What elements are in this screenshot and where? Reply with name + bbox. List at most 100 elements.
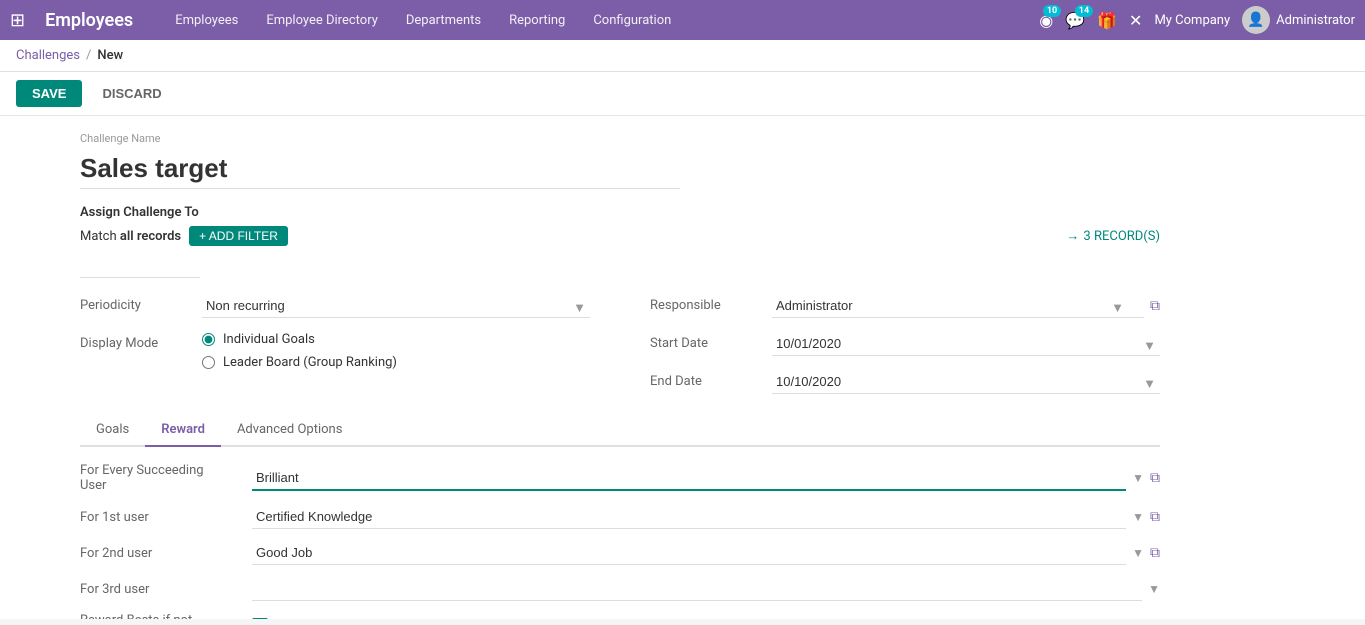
responsible-value-wrap: Administrator ▼ ⧉ (772, 294, 1160, 318)
records-count: 3 RECORD(S) (1083, 229, 1160, 244)
match-text: Match all records (80, 229, 181, 244)
periodicity-select[interactable]: Non recurring Daily Weekly Monthly (202, 294, 590, 318)
tab-advanced-options[interactable]: Advanced Options (221, 414, 358, 447)
top-nav: ⊞ Employees Employees Employee Directory… (0, 0, 1365, 40)
third-user-label: For 3rd user (80, 582, 240, 597)
end-date-label: End Date (650, 370, 760, 389)
responsible-select[interactable]: Administrator (772, 294, 1144, 318)
grid-menu-icon[interactable]: ⊞ (10, 10, 25, 31)
end-date-input[interactable] (772, 370, 1160, 394)
responsible-select-wrap: Administrator ▼ (772, 294, 1144, 318)
first-user-label: For 1st user (80, 510, 240, 525)
clock-badge: 10 (1043, 5, 1061, 17)
admin-name: Administrator (1276, 13, 1355, 28)
radio-leaderboard[interactable]: Leader Board (Group Ranking) (202, 355, 397, 370)
assign-section: Assign Challenge To Match all records + … (80, 205, 1160, 278)
tab-goals[interactable]: Goals (80, 414, 145, 447)
chat-icon-btn[interactable]: 💬 14 (1065, 11, 1085, 30)
radio-individual[interactable]: Individual Goals (202, 332, 397, 347)
periodicity-row: Periodicity Non recurring Daily Weekly M… (80, 294, 590, 318)
right-fields: Responsible Administrator ▼ ⧉ (650, 294, 1160, 394)
arrow-icon: → (1066, 228, 1079, 244)
radio-individual-label: Individual Goals (223, 332, 315, 347)
form-container: Challenge Name Assign Challenge To Match… (0, 116, 1365, 619)
challenge-name-label: Challenge Name (80, 132, 1160, 145)
first-user-chevron-icon: ▼ (1132, 510, 1144, 524)
third-user-row: For 3rd user ▼ (80, 577, 1160, 601)
third-user-chevron-icon: ▼ (1148, 582, 1160, 596)
first-user-row: For 1st user Certified Knowledge ▼ ⧉ (80, 505, 1160, 529)
nav-employees[interactable]: Employees (169, 9, 244, 32)
match-bold: all records (120, 229, 181, 244)
filter-row (80, 254, 1160, 278)
records-link[interactable]: → 3 RECORD(S) (1066, 228, 1160, 244)
filter-dropdown[interactable] (80, 254, 200, 278)
gift-icon-btn[interactable]: 🎁 (1097, 11, 1117, 30)
breadcrumb-parent[interactable]: Challenges (16, 48, 80, 63)
assign-row: Match all records + ADD FILTER → 3 RECOR… (80, 226, 1160, 246)
breadcrumb: Challenges / New (0, 40, 1365, 72)
third-user-value-wrap: ▼ (252, 577, 1160, 601)
second-user-row: For 2nd user Good Job ▼ ⧉ (80, 541, 1160, 565)
second-user-ext-link-icon[interactable]: ⧉ (1150, 545, 1160, 561)
challenge-name-input[interactable] (80, 149, 680, 189)
responsible-ext-link-icon[interactable]: ⧉ (1150, 298, 1160, 314)
every-succeeding-row: For Every SucceedingUser Brilliant ▼ ⧉ (80, 463, 1160, 493)
periodicity-label: Periodicity (80, 294, 190, 313)
second-user-label: For 2nd user (80, 546, 240, 561)
radio-leaderboard-input[interactable] (202, 356, 215, 369)
nav-employee-directory[interactable]: Employee Directory (260, 9, 384, 32)
display-mode-label: Display Mode (80, 332, 190, 351)
avatar: 👤 (1242, 6, 1270, 34)
left-fields: Periodicity Non recurring Daily Weekly M… (80, 294, 590, 394)
nav-configuration[interactable]: Configuration (587, 9, 677, 32)
second-user-chevron-icon: ▼ (1132, 546, 1144, 560)
responsible-label: Responsible (650, 294, 760, 313)
form-inner: Challenge Name Assign Challenge To Match… (0, 116, 1240, 619)
end-date-wrap: ▼ (772, 370, 1160, 394)
radio-leaderboard-label: Leader Board (Group Ranking) (223, 355, 397, 370)
discard-button[interactable]: DISCARD (90, 80, 173, 107)
every-succeeding-ext-link-icon[interactable]: ⧉ (1150, 470, 1160, 486)
reward-bests-checkbox[interactable] (252, 618, 268, 619)
every-succeeding-select[interactable]: Brilliant (252, 466, 1126, 491)
save-button[interactable]: SAVE (16, 80, 82, 107)
tab-reward[interactable]: Reward (145, 414, 221, 447)
start-date-label: Start Date (650, 332, 760, 351)
radio-individual-input[interactable] (202, 333, 215, 346)
nav-reporting[interactable]: Reporting (503, 9, 571, 32)
reward-section: For Every SucceedingUser Brilliant ▼ ⧉ F… (80, 463, 1160, 619)
reward-bests-row: Reward Bests if notSucceeded? (80, 613, 1160, 619)
second-user-select[interactable]: Good Job (252, 541, 1126, 565)
every-succeeding-chevron-icon: ▼ (1132, 471, 1144, 485)
display-mode-row: Display Mode Individual Goals Leader Boa… (80, 332, 590, 370)
end-date-row: End Date ▼ (650, 370, 1160, 394)
fields-grid: Periodicity Non recurring Daily Weekly M… (80, 294, 1160, 394)
breadcrumb-current: New (97, 48, 123, 63)
reward-bests-label: Reward Bests if notSucceeded? (80, 613, 240, 619)
every-succeeding-value-wrap: Brilliant ▼ ⧉ (252, 466, 1160, 491)
display-mode-options: Individual Goals Leader Board (Group Ran… (202, 332, 397, 370)
responsible-row: Responsible Administrator ▼ ⧉ (650, 294, 1160, 318)
nav-icons: ◉ 10 💬 14 🎁 ✕ My Company 👤 Administrator (1039, 6, 1355, 34)
breadcrumb-separator: / (86, 48, 91, 63)
third-user-select[interactable] (252, 577, 1142, 601)
page-wrapper: ⊞ Employees Employees Employee Directory… (0, 0, 1365, 625)
first-user-value-wrap: Certified Knowledge ▼ ⧉ (252, 505, 1160, 529)
reward-bests-checkbox-wrap (252, 618, 268, 619)
admin-avatar-btn[interactable]: 👤 Administrator (1242, 6, 1355, 34)
first-user-select[interactable]: Certified Knowledge (252, 505, 1126, 529)
every-succeeding-label: For Every SucceedingUser (80, 463, 240, 493)
app-title: Employees (45, 10, 133, 31)
first-user-ext-link-icon[interactable]: ⧉ (1150, 509, 1160, 525)
start-date-input[interactable] (772, 332, 1160, 356)
company-name[interactable]: My Company (1154, 13, 1230, 28)
second-user-value-wrap: Good Job ▼ ⧉ (252, 541, 1160, 565)
start-date-row: Start Date ▼ (650, 332, 1160, 356)
close-icon-btn[interactable]: ✕ (1129, 11, 1142, 30)
nav-departments[interactable]: Departments (400, 9, 487, 32)
add-filter-button[interactable]: + ADD FILTER (189, 226, 288, 246)
start-date-wrap: ▼ (772, 332, 1160, 356)
assign-title: Assign Challenge To (80, 205, 1160, 220)
clock-icon-btn[interactable]: ◉ 10 (1039, 11, 1053, 30)
